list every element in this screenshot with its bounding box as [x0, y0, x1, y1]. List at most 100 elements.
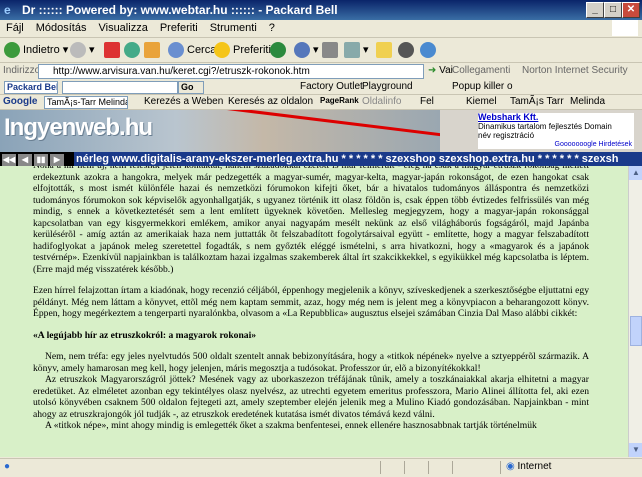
status-divider: [452, 461, 453, 474]
discuss-button[interactable]: [376, 40, 395, 60]
globe-icon: ◉: [506, 461, 515, 472]
back-arrow-icon: [4, 42, 20, 59]
marquee-rewind-icon[interactable]: ◀◀: [2, 154, 16, 166]
back-button[interactable]: Indietro ▾: [4, 40, 68, 60]
address-bar: Indirizzo http://www.arvisura.van.hu/ker…: [0, 63, 642, 81]
edit-icon: [344, 42, 360, 59]
scrolling-marquee: ◀◀ ◀ ▮▮ ▶ nérleg www.digitalis-arany-ekszer…: [0, 152, 642, 166]
up-button[interactable]: Fel: [420, 96, 434, 107]
marquee-controls: ◀◀ ◀ ▮▮ ▶: [0, 152, 74, 166]
banner-stripe: [169, 110, 440, 142]
go-arrow-icon: ➜: [428, 65, 437, 76]
address-label: Indirizzo: [3, 65, 41, 76]
mail-button[interactable]: ▾: [294, 40, 319, 60]
menu-edit[interactable]: Módosítás: [30, 20, 93, 36]
popup-killer-button[interactable]: Popup killer o: [452, 81, 513, 92]
menu-help[interactable]: ?: [263, 20, 281, 36]
refresh-icon: [124, 42, 140, 59]
ad-title[interactable]: Webshark Kft.: [478, 113, 634, 122]
menu-view[interactable]: Visualizza: [92, 20, 153, 36]
marquee-forward-icon[interactable]: ▶: [50, 154, 64, 166]
search-button[interactable]: Cerca: [168, 40, 216, 60]
ad-line-2: név regisztráció: [478, 131, 535, 140]
close-button[interactable]: ✕: [622, 2, 640, 18]
norton-toolbar[interactable]: Norton Internet Security: [522, 65, 628, 76]
minimize-button[interactable]: _: [586, 2, 604, 18]
google-toolbar: Google TamÃ¡s-Tarr Melinda Kerezés a Web…: [0, 95, 642, 110]
status-divider: [404, 461, 405, 474]
menu-tools[interactable]: Strumenti: [204, 20, 263, 36]
paragraph-2: Ezen hírrel felajzottan írtam a kiadónak…: [33, 285, 589, 319]
packard-bell-button[interactable]: Packard Bell: [4, 81, 58, 94]
marquee-back-icon[interactable]: ◀: [18, 154, 32, 166]
google-search-input[interactable]: TamÃ¡s-Tarr Melinda: [44, 96, 128, 109]
page-content: Noha a nir nem uj, nem felesikk jelen ko…: [0, 166, 628, 457]
messenger-button[interactable]: [398, 40, 417, 60]
status-divider: [428, 461, 429, 474]
forward-button[interactable]: ▾: [70, 40, 95, 60]
menu-bar: Fájl Módosítás Visualizza Preferiti Strument…: [0, 20, 642, 38]
edit-button[interactable]: ▾: [344, 40, 369, 60]
star-icon: [214, 42, 230, 59]
playground-link[interactable]: Playground: [362, 81, 413, 92]
go-button[interactable]: ➜ Vai: [428, 65, 453, 76]
stop-button[interactable]: [104, 40, 123, 60]
address-input[interactable]: http://www.arvisura.van.hu/keret.cgi?/et…: [38, 64, 424, 79]
google-logo[interactable]: Google: [3, 96, 37, 107]
search-term-1[interactable]: TamÃ¡s Tarr: [510, 96, 564, 107]
google-ad[interactable]: Webshark Kft. Dinamikus tartalom fejlesz…: [478, 113, 634, 149]
favorites-button[interactable]: Preferiti: [214, 40, 271, 60]
history-icon: [270, 42, 286, 59]
history-button[interactable]: [270, 40, 289, 60]
marquee-pause-icon[interactable]: ▮▮: [34, 154, 48, 166]
article: Noha a nir nem uj, nem felesikk jelen ko…: [33, 166, 589, 432]
mail-icon: [294, 42, 310, 59]
scroll-up-icon[interactable]: ▲: [629, 166, 642, 180]
ie-logo-icon: e: [4, 3, 11, 17]
search-site-button[interactable]: Keresés az oldalon: [228, 96, 313, 107]
pagerank-indicator: PageRank: [320, 96, 359, 105]
scroll-thumb[interactable]: [630, 316, 642, 346]
ad-footer[interactable]: Gooooooogle Hirdetések: [555, 140, 632, 149]
ingyenweb-banner[interactable]: Ingyenweb.hu: [0, 110, 440, 152]
security-zone: ◉ Internet: [506, 461, 552, 472]
vertical-scrollbar[interactable]: ▲ ▼: [628, 166, 642, 457]
paragraph-5: A «titkok népe», mint ahogy mindig is em…: [45, 420, 537, 431]
scroll-down-icon[interactable]: ▼: [629, 443, 642, 457]
paragraph-3: Nem, nem tréfa: egy jeles nyelvtudós 500…: [33, 351, 589, 374]
links-button[interactable]: Collegamenti: [452, 65, 510, 76]
status-bar: ● ◉ Internet: [0, 458, 642, 477]
home-icon: [144, 42, 160, 59]
window-title: Dr :::::: Powered by: www.webtar.hu ::::…: [22, 3, 338, 17]
messenger-icon: [398, 42, 414, 59]
page-info-button[interactable]: Oldalinfo: [362, 96, 401, 107]
ad-banner: Ingyenweb.hu Webshark Kft. Dinamikus tar…: [0, 110, 642, 152]
page-status-icon: ●: [4, 461, 11, 472]
discuss-icon: [376, 42, 392, 59]
maximize-button[interactable]: □: [604, 2, 622, 18]
menu-favorites[interactable]: Preferiti: [154, 20, 204, 36]
print-icon: [322, 42, 338, 59]
research-icon: [420, 42, 436, 59]
standard-toolbar: Indietro ▾ ▾ Cerca Preferiti ▾ ▾: [0, 38, 642, 63]
highlight-button[interactable]: Kiemel: [466, 96, 497, 107]
paragraph-1: Noha a nir nem uj, nem felesikk jelen ko…: [33, 166, 589, 275]
menu-file[interactable]: Fájl: [0, 20, 30, 36]
paragraph-4: Az etruszkok Magyarországról jöttek? Mes…: [33, 374, 589, 420]
search-web-button[interactable]: Kerezés a Weben: [144, 96, 223, 107]
home-button[interactable]: [144, 40, 163, 60]
packard-go-button[interactable]: Go: [178, 81, 204, 94]
packard-search-input[interactable]: [62, 81, 178, 94]
title-bar: e Dr :::::: Powered by: www.webtar.hu ::…: [0, 0, 642, 20]
print-button[interactable]: [322, 40, 341, 60]
factory-outlet-link[interactable]: Factory Outlet: [300, 81, 363, 92]
status-divider: [500, 461, 501, 474]
status-divider: [380, 461, 381, 474]
search-term-2[interactable]: Melinda: [570, 96, 605, 107]
refresh-button[interactable]: [124, 40, 143, 60]
marquee-text: nérleg www.digitalis-arany-ekszer-merleg…: [76, 153, 619, 165]
research-button[interactable]: [420, 40, 439, 60]
forward-arrow-icon: [70, 42, 86, 59]
windows-logo-icon: [612, 20, 638, 36]
search-icon: [168, 42, 184, 59]
